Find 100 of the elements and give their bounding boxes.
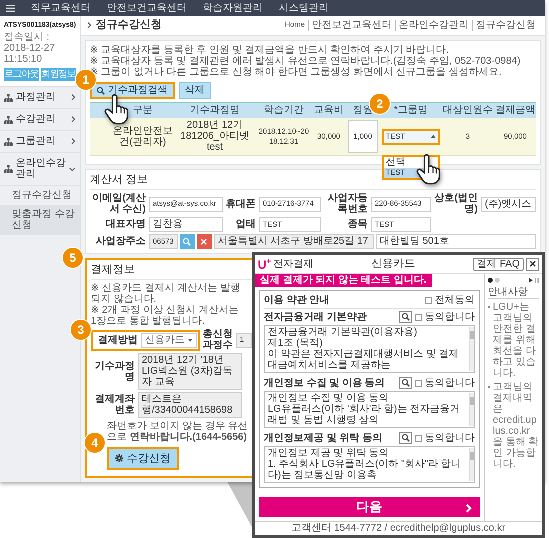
caret-icon: [431, 135, 436, 138]
checkbox[interactable]: [415, 434, 422, 442]
close-icon: [201, 238, 208, 244]
input-field: 김찬용: [149, 217, 223, 232]
scrollbar: [469, 448, 474, 481]
terms-heading: 이용 약관 안내: [264, 295, 331, 306]
menu-icon: [6, 4, 15, 12]
login-time: 접속일시 : 2018-12-27 11:15:10: [4, 32, 56, 65]
column-header: 대상인원수: [442, 104, 494, 118]
search-icon: [402, 434, 410, 442]
chevron-icon: [87, 22, 92, 29]
column-header: 구분: [132, 104, 154, 118]
notice-text: ※ 교육대상자를 등록한 후 인원 및 결제금액을 반드시 확인하여 주시기 바랍니다.: [90, 45, 450, 56]
terms-text: 개인정보 제공 및 위탁 동의: [268, 448, 390, 459]
nav-link[interactable]: 직무교육센터: [31, 2, 91, 14]
field-label: 종목: [347, 219, 368, 230]
faq-button[interactable]: 결제 FAQ: [473, 258, 524, 270]
search-icon: [402, 379, 410, 387]
field-label: 휴대폰: [226, 198, 256, 210]
input-field: 2018년 12기 '18년 LIG넥스원 (3차)감독자 교육: [138, 353, 242, 390]
input-field: (주)엣시스: [481, 196, 536, 212]
play-icon: [529, 278, 533, 283]
field-label: 사업자등록번호: [327, 193, 368, 215]
dropdown-option[interactable]: 선택: [384, 157, 438, 168]
input-field: 서울특별시 서초구 방배로25길 17: [214, 234, 374, 249]
terms-text: 1. 주식회사 LG유플러스(이하 "회사"라 합니다)는 정보통신망 이용촉: [268, 459, 462, 481]
field-label: 이메일(계산서 수신): [92, 193, 146, 215]
input-field: 대한빌딩 501호: [376, 234, 536, 249]
search-icon: [402, 313, 410, 321]
breadcrumb-link[interactable]: 안전보건교육센터: [308, 20, 395, 31]
breadcrumb-link[interactable]: 온라인수강관리: [395, 20, 472, 31]
field-label: 사업장주소: [95, 236, 146, 247]
hand-cursor-icon: [104, 94, 130, 126]
test-banner: 실제 결제가 되지 않는 테스트 입니다.: [255, 274, 432, 287]
column-header: *그룹명: [393, 104, 429, 118]
close-icon: [530, 261, 536, 267]
sitemap-icon: [4, 116, 13, 124]
checkbox[interactable]: [415, 380, 422, 386]
column-header: 결제금액: [494, 104, 536, 118]
payment-method-select[interactable]: 신용카드: [141, 332, 197, 348]
notice-text: 좌번호가 보이지 않는 경우 유선으로 연락바랍니다.(1644-5656): [107, 421, 250, 443]
search-button[interactable]: [399, 377, 412, 389]
terms-text: 개인정보 수집 및 이용 동의: [268, 393, 390, 404]
step-badge: 4: [85, 433, 105, 453]
section-title: 계산서 정보: [90, 174, 536, 190]
column-header: 학습기간: [263, 104, 305, 118]
submit-button[interactable]: 수강신청: [107, 447, 179, 470]
nav-link[interactable]: 학습자원관리: [203, 2, 263, 14]
checkbox-label: 전체동의: [435, 295, 475, 306]
delete-button[interactable]: [196, 234, 212, 249]
info-heading: 안내사항: [488, 287, 539, 299]
gear-icon: [115, 454, 124, 463]
scrollbar: [469, 393, 474, 426]
menu-item[interactable]: 그룹관리: [0, 131, 80, 153]
search-button[interactable]: [399, 311, 412, 323]
submenu-item[interactable]: 정규수강신청: [0, 186, 80, 205]
breadcrumb-link[interactable]: 정규수강신청: [472, 20, 539, 31]
sitemap-icon: [4, 165, 13, 173]
table-cell-text: 2018년 12기 181206_아티넷test: [180, 119, 250, 155]
search-button[interactable]: [399, 432, 412, 444]
field-label: 결제방법: [97, 334, 138, 346]
terms-text: 제1조 (목적): [268, 338, 324, 349]
caret-icon: [188, 338, 193, 342]
menu-item[interactable]: 온라인수강관리: [0, 153, 80, 186]
notice-text: ※ 2개 과정 이상 신청시 계산서는 1장으로 통합 발행됩니다.: [91, 305, 240, 327]
column-header: 교육비: [313, 104, 345, 118]
info-text: 고객님의 결제내역은 ecredit.uplus.co.kr을 통해 확인 가능합니다.: [488, 382, 539, 470]
checkbox[interactable]: [415, 314, 422, 320]
column-header: 기수과정명: [189, 104, 241, 118]
pause-icon: [535, 278, 539, 283]
menu-item[interactable]: 과정관리: [0, 87, 80, 109]
notice-text: ※ 교육대상자 등록 및 결제관련 에러 발생시 유선으로 연락바랍니다.(김정숙 주임, 052-703-0984): [90, 56, 522, 67]
search-icon: [97, 86, 105, 94]
info-text: LGU+는 고객님의 안전한 결제를 위해 최선을 다하고 있습니다.: [488, 302, 539, 379]
table-cell-text: 온라인안전보건(관리자): [112, 124, 174, 150]
field-label: 대표자명: [105, 219, 146, 230]
field-label: 결제계좌번호: [94, 394, 135, 416]
checkbox-label: 동의합니다: [425, 378, 475, 388]
search-button[interactable]: 기수과정검색: [90, 82, 175, 99]
close-button[interactable]: [526, 258, 539, 270]
section-title: 개인정보 수집 및 이용 동의: [264, 378, 386, 388]
carousel-dot[interactable]: [488, 278, 493, 283]
checkbox[interactable]: [425, 297, 432, 304]
menu-item[interactable]: 수강관리: [0, 109, 80, 131]
nav-link[interactable]: 시스템관리: [279, 2, 329, 14]
checkbox-label: 동의합니다: [425, 312, 475, 322]
next-button[interactable]: 다음: [259, 497, 480, 517]
delete-button[interactable]: 삭제: [179, 82, 211, 99]
input-field: 테스트은행/33400044158698: [138, 392, 242, 418]
field-label: 기수과정명: [94, 360, 135, 382]
field-label: 업태: [235, 219, 256, 230]
checkbox-label: 동의합니다: [425, 432, 475, 444]
carousel-dot[interactable]: [495, 278, 500, 283]
chevron-icon: [466, 504, 472, 513]
terms-text: 전자금융거래 기본약관(이용자용): [268, 327, 418, 338]
field-label: 총신청과정수: [203, 329, 233, 351]
submenu-item[interactable]: 맞춤과정 수강신청: [0, 205, 80, 235]
step-badge: 3: [71, 320, 91, 340]
scrollbar: [469, 327, 474, 371]
nav-link[interactable]: 안전보건교육센터: [107, 2, 187, 14]
